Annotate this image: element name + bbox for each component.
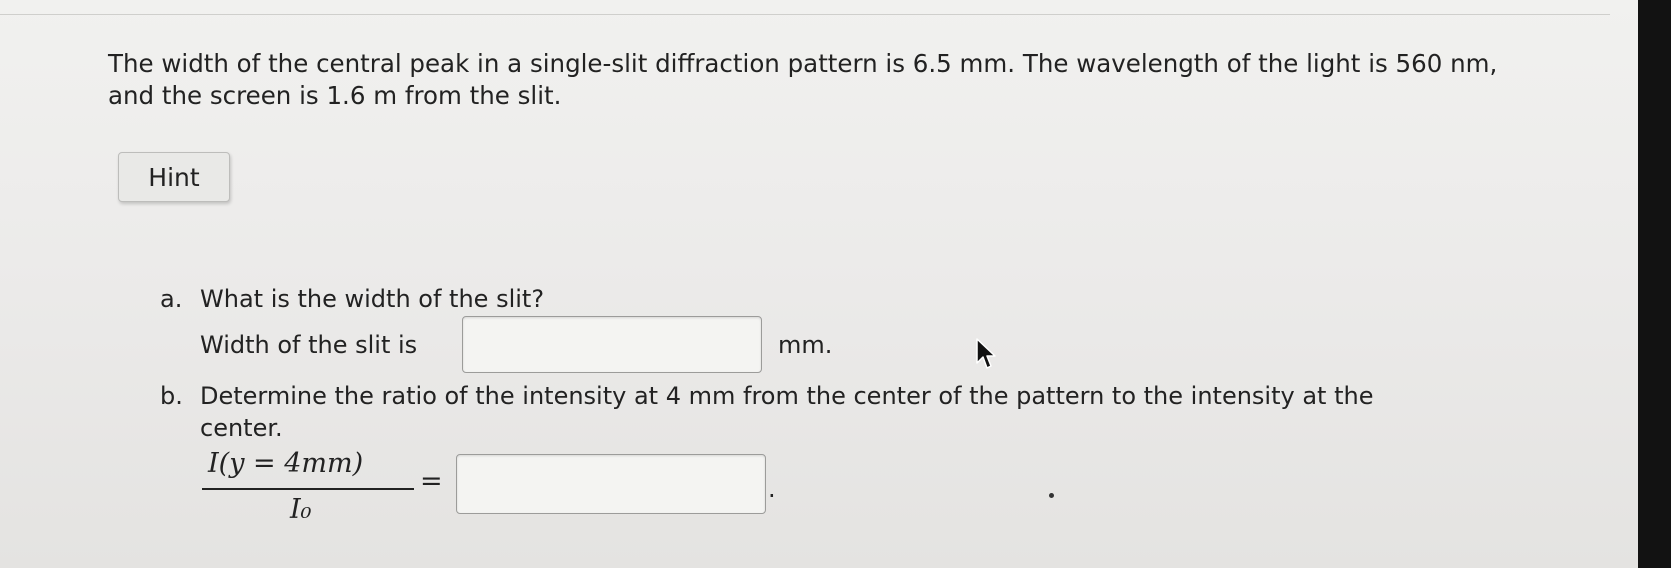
top-divider	[0, 14, 1610, 15]
part-a-unit: mm.	[778, 331, 833, 359]
hint-button[interactable]: Hint	[118, 152, 230, 202]
part-a-question: What is the width of the slit?	[200, 285, 545, 313]
screen-bezel	[1638, 0, 1671, 568]
fraction-numerator: I(y = 4mm)	[208, 448, 364, 479]
equals-sign: =	[420, 466, 443, 497]
part-a-marker: a.	[160, 285, 183, 313]
slit-width-input[interactable]	[462, 316, 762, 373]
part-b-question-line2: center.	[200, 414, 283, 442]
part-b-trailing-period: .	[768, 475, 776, 503]
fraction-denominator: I₀	[290, 494, 312, 525]
part-b-marker: b.	[160, 382, 183, 410]
problem-statement: The width of the central peak in a singl…	[108, 49, 1498, 110]
fraction-bar	[202, 488, 414, 490]
screen: The width of the central peak in a singl…	[0, 0, 1638, 568]
stray-dot	[1049, 493, 1054, 498]
intensity-ratio-input[interactable]	[456, 454, 766, 514]
part-b-question-line1: Determine the ratio of the intensity at …	[200, 382, 1374, 410]
mouse-pointer-icon	[976, 338, 996, 369]
part-a-prefix: Width of the slit is	[200, 331, 418, 359]
